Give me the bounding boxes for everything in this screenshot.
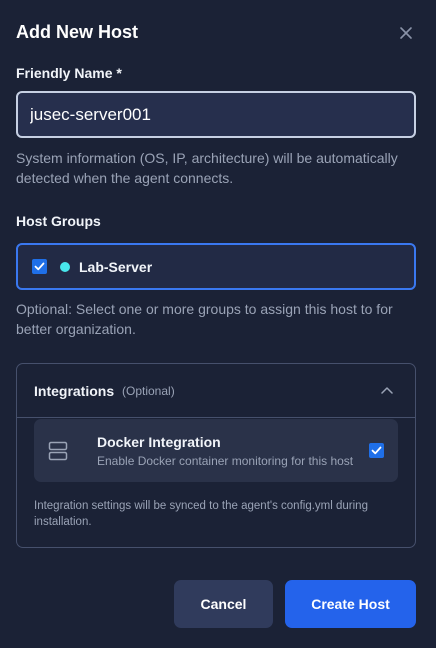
lab-server-checkbox[interactable] bbox=[32, 259, 47, 274]
docker-integration-checkbox[interactable] bbox=[369, 443, 384, 458]
docker-integration-option[interactable]: Docker Integration Enable Docker contain… bbox=[34, 419, 398, 482]
docker-integration-description: Enable Docker container monitoring for t… bbox=[97, 454, 354, 468]
create-host-button[interactable]: Create Host bbox=[285, 580, 416, 628]
server-icon bbox=[48, 441, 68, 461]
group-color-dot bbox=[60, 261, 70, 272]
dialog-title: Add New Host bbox=[16, 22, 139, 42]
integrations-note: Integration settings will be synced to t… bbox=[34, 500, 368, 528]
add-host-dialog: Add New Host Friendly Name * System info… bbox=[0, 0, 436, 648]
close-button[interactable] bbox=[396, 23, 416, 43]
friendly-name-input[interactable] bbox=[16, 91, 416, 138]
cancel-button[interactable]: Cancel bbox=[174, 580, 273, 628]
integrations-optional-tag: (Optional) bbox=[122, 384, 175, 398]
chevron-up-icon bbox=[381, 387, 393, 394]
checkmark-icon bbox=[34, 262, 45, 271]
host-group-option-lab-server[interactable]: Lab-Server bbox=[16, 243, 416, 290]
integrations-toggle[interactable]: Integrations (Optional) bbox=[17, 364, 415, 418]
friendly-name-help: System information (OS, IP, architecture… bbox=[16, 150, 398, 186]
friendly-name-label: Friendly Name * bbox=[16, 65, 122, 81]
docker-integration-title: Docker Integration bbox=[97, 434, 221, 450]
integrations-panel: Integrations (Optional) Docker Integrati… bbox=[16, 363, 416, 548]
integrations-title: Integrations bbox=[34, 383, 115, 399]
close-icon bbox=[400, 27, 412, 39]
checkmark-icon bbox=[371, 446, 382, 455]
host-groups-label: Host Groups bbox=[16, 213, 101, 229]
host-group-label: Lab-Server bbox=[79, 258, 153, 275]
host-groups-help: Optional: Select one or more groups to a… bbox=[16, 301, 393, 337]
